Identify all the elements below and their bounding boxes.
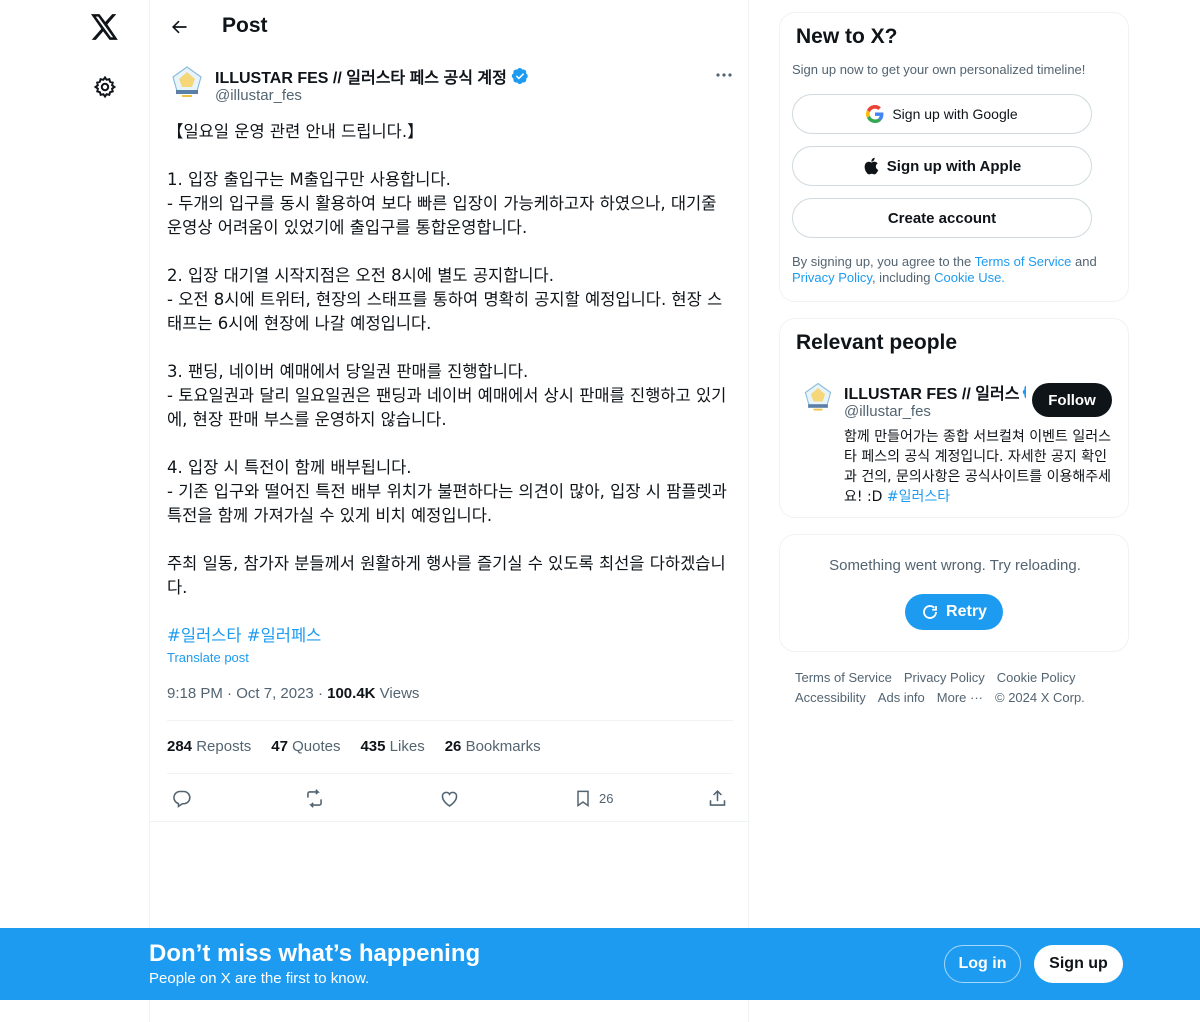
avatar[interactable] <box>800 379 836 415</box>
footer-ads[interactable]: Ads info <box>878 690 925 705</box>
create-account-button[interactable]: Create account <box>792 198 1092 238</box>
relevant-handle[interactable]: @illustar_fes <box>844 403 931 420</box>
post-actions: 26 <box>167 784 733 812</box>
post-stats: 284 Reposts 47 Quotes 435 Likes 26 Bookm… <box>167 738 541 755</box>
verified-badge-icon <box>511 67 528 85</box>
like-icon[interactable] <box>439 784 460 812</box>
divider <box>150 821 750 822</box>
x-logo-icon[interactable] <box>88 10 122 44</box>
left-nav <box>0 0 150 1022</box>
relevant-people-title: Relevant people <box>796 331 958 354</box>
google-icon <box>866 105 884 123</box>
likes-stat[interactable]: 435 Likes <box>360 738 424 755</box>
signup-google-button[interactable]: Sign up with Google <box>792 94 1092 134</box>
error-card: Something went wrong. Try reloading. Ret… <box>779 534 1129 652</box>
legal-including: , including <box>871 270 935 285</box>
error-message: Something went wrong. Try reloading. <box>829 557 1081 574</box>
retry-label: Retry <box>946 603 987 620</box>
post-author: ILLUSTAR FES // 일러스타 페스 공식 계정 @illustar_… <box>167 62 737 112</box>
gear-icon[interactable] <box>90 72 120 102</box>
divider <box>167 773 733 774</box>
reply-icon[interactable] <box>171 784 192 812</box>
signup-button[interactable]: Sign up <box>1034 945 1123 983</box>
login-button[interactable]: Log in <box>944 945 1021 983</box>
bottom-bar-subtitle: People on X are the first to know. <box>149 970 370 987</box>
quotes-stat[interactable]: 47 Quotes <box>271 738 340 755</box>
author-name-text[interactable]: ILLUSTAR FES // 일러스타 페스 공식 계정 <box>215 64 507 88</box>
main-column: Post ILLUSTAR FES // 일러스타 페스 공식 계정 @illu… <box>149 0 750 1022</box>
reposts-stat[interactable]: 284 Reposts <box>167 738 251 755</box>
legal-prefix: By signing up, you agree to the <box>792 254 975 269</box>
post-meta: 9:18 PM · Oct 7, 2023 · 100.4K Views <box>167 685 419 702</box>
signup-apple-label: Sign up with Apple <box>886 157 1022 175</box>
bookmark-icon[interactable]: 26 <box>573 784 613 812</box>
privacy-link[interactable]: Privacy Policy <box>792 270 872 285</box>
relevant-name-text[interactable]: ILLUSTAR FES // 일러스 <box>844 380 1019 404</box>
post-hashtags: #일러스타 #일러페스 <box>167 624 321 648</box>
bookmark-count: 26 <box>599 790 614 806</box>
signup-card: New to X? Sign up now to get your own pe… <box>779 12 1129 302</box>
hashtag-link[interactable]: #일러스타 <box>167 626 242 645</box>
footer-cookie[interactable]: Cookie Policy <box>997 670 1076 685</box>
relevant-name[interactable]: ILLUSTAR FES // 일러스 <box>844 380 1026 404</box>
author-handle[interactable]: @illustar_fes <box>215 87 302 104</box>
post-header: Post <box>150 0 750 54</box>
page-title: Post <box>222 14 268 37</box>
avatar[interactable] <box>167 62 207 102</box>
footer-privacy[interactable]: Privacy Policy <box>904 670 985 685</box>
bookmarks-stat[interactable]: 26 Bookmarks <box>445 738 541 755</box>
post-date[interactable]: Oct 7, 2023 <box>236 685 314 702</box>
retry-button[interactable]: Retry <box>905 594 1003 630</box>
hashtag-link[interactable]: #일러페스 <box>247 626 322 645</box>
follow-button[interactable]: Follow <box>1032 383 1112 417</box>
author-name[interactable]: ILLUSTAR FES // 일러스타 페스 공식 계정 <box>215 64 529 88</box>
footer-copyright: © 2024 X Corp. <box>995 690 1085 705</box>
relevant-bio: 함께 만들어가는 종합 서브컬쳐 이벤트 일러스타 페스의 공식 계정입니다. … <box>844 427 1114 507</box>
views-count: 100.4K <box>327 685 376 702</box>
back-arrow-icon[interactable] <box>164 12 194 42</box>
post-time[interactable]: 9:18 PM <box>167 685 223 702</box>
refresh-icon <box>923 605 937 619</box>
apple-icon <box>864 157 879 175</box>
views-label: Views <box>379 685 420 702</box>
signup-apple-button[interactable]: Sign up with Apple <box>792 146 1092 186</box>
meta-separator: · <box>227 685 237 702</box>
footer-links: Terms of Service Privacy Policy Cookie Pol… <box>795 668 1125 708</box>
post-body: 【일요일 운영 관련 안내 드립니다.】 1. 입장 출입구는 M출입구만 사용… <box>167 122 727 597</box>
bottom-bar-title: Don’t miss what’s happening <box>149 940 481 967</box>
hashtag-link[interactable]: #일러스타 <box>887 489 950 505</box>
share-icon[interactable] <box>707 784 728 812</box>
more-icon[interactable] <box>711 64 737 86</box>
terms-link[interactable]: Terms of Service <box>975 254 1072 269</box>
legal-text: By signing up, you agree to the Terms of… <box>792 254 1122 286</box>
divider <box>167 720 733 721</box>
cookie-link[interactable]: Cookie Use. <box>934 270 1005 285</box>
translate-post-link[interactable]: Translate post <box>167 650 249 665</box>
legal-and: and <box>1071 254 1097 269</box>
meta-separator: · <box>317 685 328 702</box>
repost-icon[interactable] <box>303 784 326 812</box>
bottom-signup-bar: Don’t miss what’s happening People on X … <box>0 928 1200 1000</box>
footer-accessibility[interactable]: Accessibility <box>795 690 866 705</box>
footer-more[interactable]: More ··· <box>937 690 983 705</box>
footer-terms[interactable]: Terms of Service <box>795 670 892 685</box>
relevant-bio-text: 함께 만들어가는 종합 서브컬쳐 이벤트 일러스타 페스의 공식 계정입니다. … <box>844 429 1111 505</box>
relevant-people-card: Relevant people ILLUSTAR FES // 일러스 @ill… <box>779 318 1129 518</box>
verified-badge-icon <box>1023 385 1026 399</box>
signup-card-title: New to X? <box>796 25 898 48</box>
signup-google-label: Sign up with Google <box>892 106 1018 122</box>
signup-card-subtitle: Sign up now to get your own personalized… <box>792 62 1086 77</box>
